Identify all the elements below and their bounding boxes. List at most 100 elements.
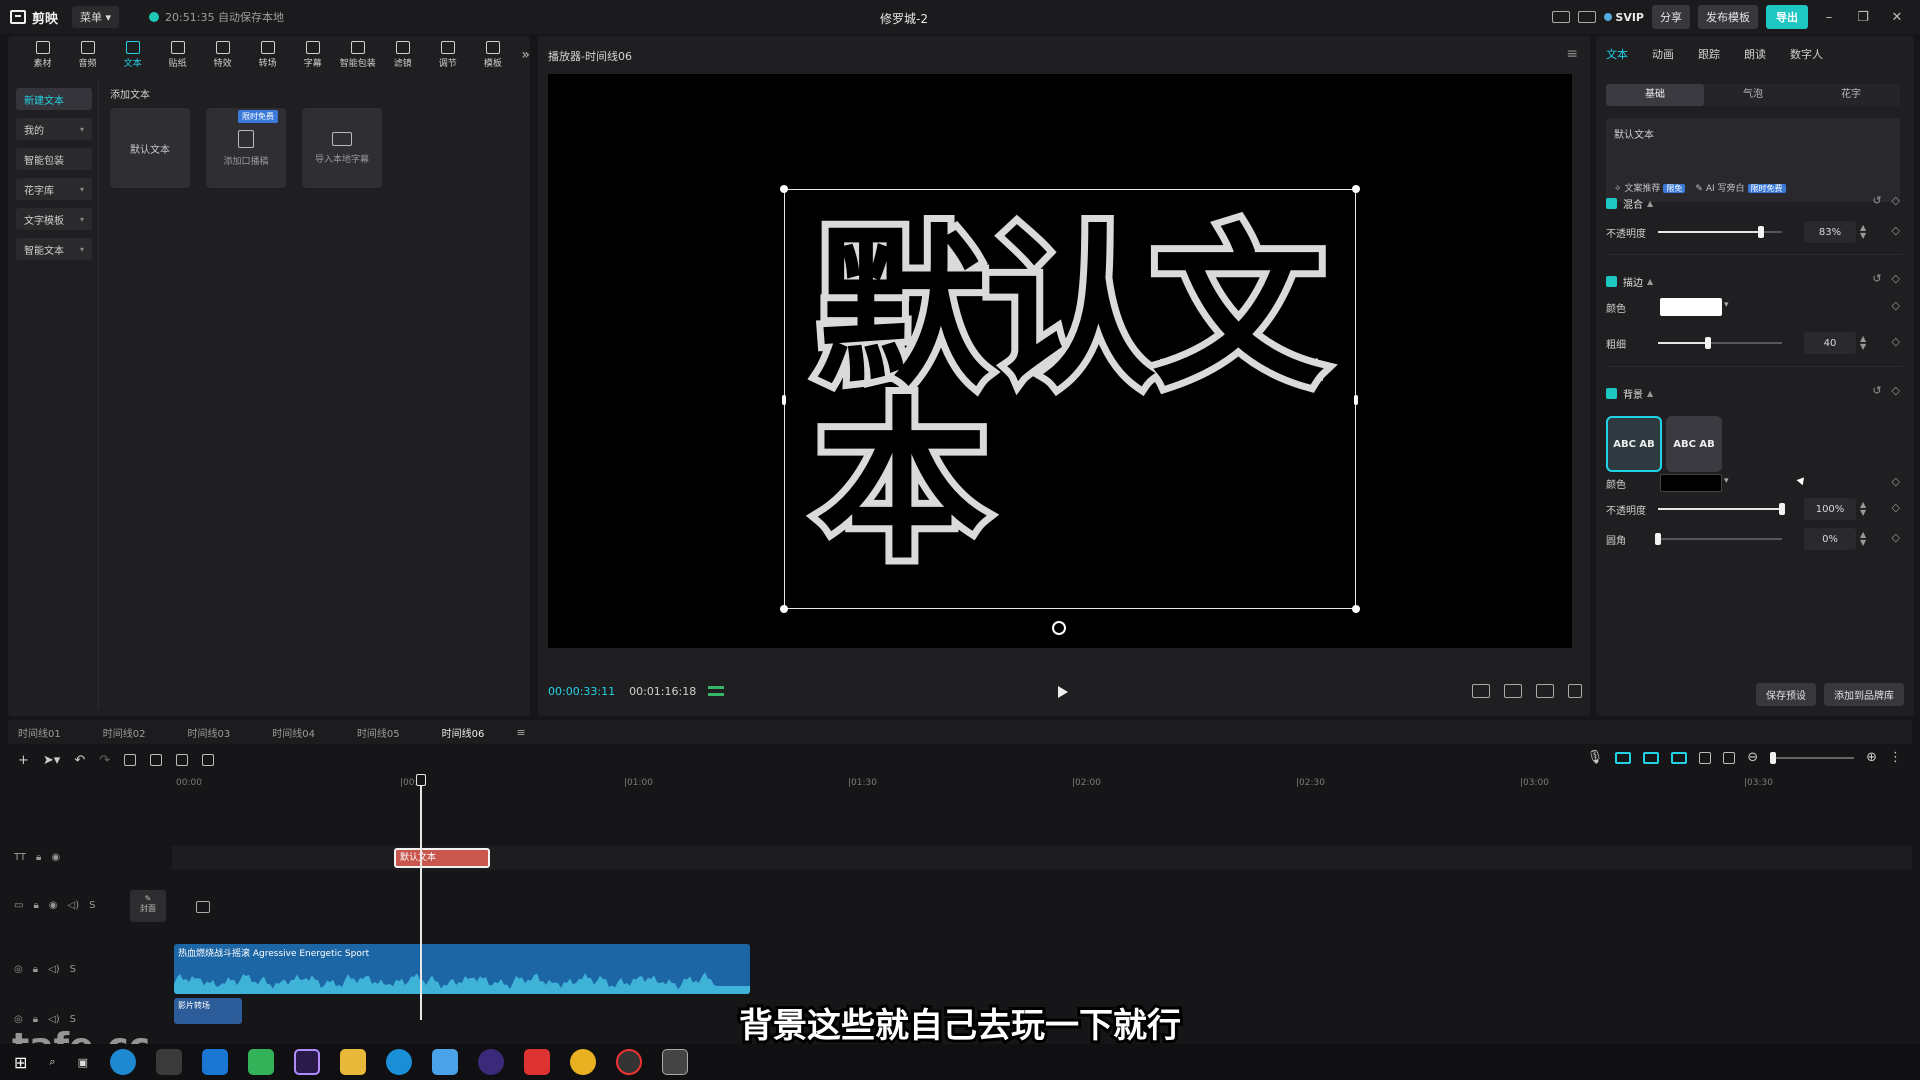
export-button[interactable]: 导出 — [1766, 5, 1808, 29]
keyframe-icon[interactable]: ◇ — [1892, 335, 1900, 348]
davinci-icon[interactable] — [477, 1049, 504, 1075]
shortcut-icon[interactable] — [1552, 11, 1571, 23]
more-icon[interactable]: ⋮ — [1889, 750, 1902, 765]
background-color-swatch[interactable] — [1660, 474, 1722, 492]
inspector-tab[interactable]: 跟踪 — [1698, 46, 1720, 62]
sidebar-item[interactable]: 文字模板 ▾ — [16, 208, 92, 230]
play-icon[interactable] — [1058, 686, 1068, 698]
player-menu-icon[interactable]: ≡ — [1566, 46, 1578, 62]
solo-icon[interactable]: S — [70, 964, 76, 975]
resize-handle[interactable] — [780, 185, 788, 193]
tool-caption[interactable]: 字幕 — [290, 41, 335, 69]
recorder-icon[interactable] — [615, 1049, 642, 1075]
delete-icon[interactable] — [202, 754, 215, 766]
layout-icon[interactable] — [1578, 11, 1597, 23]
preview-canvas[interactable]: 默认文 本 — [548, 74, 1572, 648]
lock-icon[interactable]: 🔒︎ — [36, 852, 41, 863]
resize-handle[interactable] — [782, 395, 786, 405]
sidebar-item[interactable]: 花字库 ▾ — [16, 178, 92, 200]
add-voiceover-script-card[interactable]: 限时免费 添加口播稿 — [206, 108, 286, 188]
lock-icon[interactable]: 🔒︎ — [33, 900, 38, 911]
preview-axis-icon[interactable] — [1699, 751, 1712, 764]
time-ruler[interactable]: 00:00 |00:3 |01:00 |01:30 |02:00 |02:30 |03:00… — [176, 774, 1912, 792]
timeline-tab[interactable]: 时间线02 — [93, 725, 156, 740]
inspector-tab[interactable]: 文本 — [1606, 46, 1628, 62]
save-preset-button[interactable]: 保存预设 — [1756, 683, 1816, 706]
timeline-tab[interactable]: 时间线01 — [8, 725, 71, 740]
add-to-brand-button[interactable]: 添加到品牌库 — [1824, 683, 1904, 706]
text-recommend-button[interactable]: ✧ 文案推荐 限免 — [1614, 181, 1686, 194]
tool-template[interactable]: 模板 — [470, 41, 515, 69]
redo-icon[interactable]: ↷ — [99, 753, 110, 768]
after-effects-icon[interactable] — [293, 1049, 320, 1075]
sidebar-item[interactable]: 智能包装 — [16, 148, 92, 170]
fit-timeline-icon[interactable] — [1723, 751, 1736, 764]
background-section-header[interactable]: 背景 ▲ ↺ ◇ — [1606, 384, 1904, 401]
subtab[interactable]: 基础 — [1606, 84, 1704, 106]
add-track-icon[interactable]: + — [18, 753, 29, 768]
background-checkbox[interactable] — [1606, 388, 1617, 399]
tool-smart-pack[interactable]: 智能包装 — [335, 41, 380, 69]
blend-section-header[interactable]: 混合 ▲ ↺ ◇ — [1606, 194, 1904, 211]
publish-template-button[interactable]: 发布模板 — [1698, 5, 1758, 29]
mute-icon[interactable]: ◁) — [48, 964, 60, 975]
aspect-ratio-icon[interactable] — [1536, 684, 1554, 698]
video-app-icon[interactable] — [385, 1049, 412, 1075]
sidebar-item[interactable]: 新建文本 — [16, 88, 92, 110]
zoom-slider[interactable] — [1770, 751, 1855, 764]
tool-filter[interactable]: 滤镜 — [380, 41, 425, 69]
eye-icon[interactable]: ◉ — [51, 852, 60, 863]
keyframe-icon[interactable]: ◇ — [1892, 501, 1900, 514]
default-text-card[interactable]: 默认文本 — [110, 108, 190, 188]
stroke-color-swatch[interactable] — [1660, 298, 1722, 316]
microphone-icon[interactable]: 🎙 — [1587, 750, 1604, 765]
windows-start-icon[interactable]: ⊞ — [14, 1053, 27, 1072]
resize-handle[interactable] — [1354, 395, 1358, 405]
keyframe-icon[interactable]: ◇ — [1892, 531, 1900, 544]
svip-badge[interactable]: SVIP — [1604, 11, 1644, 24]
undo-icon[interactable]: ↶ — [74, 753, 85, 768]
timeline-tab[interactable]: 时间线06 — [432, 725, 495, 740]
zoom-slider-knob[interactable] — [1770, 751, 1777, 764]
linkage-icon[interactable] — [1671, 751, 1688, 764]
menu-button[interactable]: 菜单 ▾ — [72, 6, 120, 28]
opacity-slider[interactable] — [1658, 226, 1782, 238]
browser-icon[interactable] — [431, 1049, 458, 1075]
background-opacity-slider[interactable] — [1658, 503, 1785, 515]
stepper-icon[interactable]: ▲ ▼ — [1860, 501, 1866, 517]
subtitle-toggle-icon[interactable] — [1472, 684, 1490, 698]
timeline-tab[interactable]: 时间线04 — [262, 725, 325, 740]
resize-handle[interactable] — [780, 605, 788, 613]
subtab[interactable]: 花字 — [1802, 84, 1900, 106]
opacity-value[interactable]: 83% — [1804, 221, 1856, 243]
zoom-out-icon[interactable]: ⊖ — [1747, 750, 1758, 765]
screenshot-icon[interactable] — [1504, 684, 1522, 698]
tool-media[interactable]: 素材 — [20, 41, 65, 69]
inspector-tab[interactable]: 数字人 — [1790, 46, 1823, 62]
timecode-grid-icon[interactable] — [708, 686, 725, 696]
radius-slider[interactable] — [1655, 533, 1782, 545]
restore-icon[interactable]: ❐ — [1850, 10, 1876, 25]
slider-knob[interactable] — [1757, 226, 1764, 238]
mail-icon[interactable] — [201, 1049, 228, 1075]
thickness-value[interactable]: 40 — [1804, 332, 1856, 354]
resize-handle[interactable] — [1352, 185, 1360, 193]
slider-knob[interactable] — [1655, 533, 1661, 545]
sidebar-item[interactable]: 智能文本 ▾ — [16, 238, 92, 260]
main-track-magnet-icon[interactable] — [1615, 751, 1632, 764]
playhead[interactable] — [420, 774, 422, 1020]
background-style-option[interactable]: ABC AB — [1606, 416, 1662, 472]
keyframe-icon[interactable]: ◇ — [1892, 272, 1900, 285]
media-player-icon[interactable] — [247, 1049, 274, 1075]
keyframe-icon[interactable]: ◇ — [1892, 299, 1900, 312]
keyframe-icon[interactable]: ◇ — [1892, 224, 1900, 237]
search-icon[interactable]: ⌕ — [49, 1055, 55, 1069]
text-content-field[interactable]: 默认文本 ✧ 文案推荐 限免 ✎ AI 写旁白 限时免费 — [1606, 118, 1900, 202]
tool-transition[interactable]: 转场 — [245, 41, 290, 69]
selection-box[interactable] — [780, 185, 1360, 613]
task-view-icon[interactable]: ▣ — [78, 1056, 88, 1069]
minimize-icon[interactable]: – — [1816, 10, 1842, 25]
inspector-tab[interactable]: 朗读 — [1744, 46, 1766, 62]
solo-icon[interactable]: S — [89, 900, 95, 911]
keyframe-icon[interactable]: ◇ — [1892, 194, 1900, 207]
